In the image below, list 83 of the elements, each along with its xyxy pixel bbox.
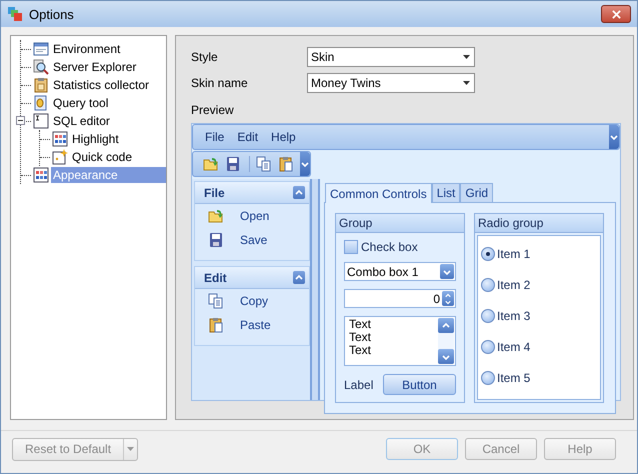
up-chevron-icon <box>442 322 450 330</box>
radio-button[interactable] <box>481 247 495 261</box>
radio-button[interactable] <box>481 278 495 292</box>
radio-button[interactable] <box>481 309 495 323</box>
tab[interactable]: List <box>432 183 460 202</box>
copy-icon <box>256 156 272 172</box>
chevron-icon <box>443 268 451 276</box>
down-chevron-icon <box>442 352 450 360</box>
collapse-toggle[interactable] <box>16 116 25 125</box>
memo-line: Text <box>349 318 372 331</box>
grid-icon <box>33 167 49 183</box>
menu-item[interactable]: File <box>205 130 224 144</box>
nav-link[interactable]: Save <box>240 233 268 247</box>
double-chevron-icon <box>295 188 303 196</box>
folder-icon <box>208 208 224 224</box>
dropdown[interactable]: Money Twins <box>307 73 475 93</box>
menu-item[interactable]: Edit <box>237 130 258 144</box>
tree-item[interactable]: Quick code <box>70 149 134 165</box>
spin-buttons[interactable] <box>442 291 454 306</box>
magnifier-icon <box>33 59 49 75</box>
tab[interactable]: Grid <box>460 183 494 202</box>
radio-label: Item 3 <box>497 309 530 323</box>
memo-field[interactable]: Text Text Text <box>344 316 456 366</box>
group-title: File <box>204 186 225 200</box>
radio-button[interactable] <box>481 340 495 354</box>
section-label: Preview <box>191 103 235 117</box>
radio-label: Item 1 <box>497 247 530 261</box>
close-icon <box>612 10 620 18</box>
grid-icon <box>52 131 68 147</box>
memo-line: Text <box>349 344 372 357</box>
nav-link[interactable]: Paste <box>240 318 271 332</box>
down-chevron-icon <box>444 298 452 304</box>
tab[interactable]: Common Controls <box>325 183 432 203</box>
up-chevron-icon <box>444 292 452 298</box>
chevron-icon <box>301 160 309 168</box>
tree-item[interactable]: Environment <box>51 41 122 57</box>
caret-icon <box>127 447 134 451</box>
radio-button[interactable] <box>481 371 495 385</box>
tree-item[interactable]: Statistics collector <box>51 77 152 93</box>
clipboard-icon <box>208 317 224 333</box>
text-box-icon <box>33 113 49 129</box>
document-icon <box>33 95 49 111</box>
checkbox[interactable] <box>344 240 358 254</box>
clipboard-icon <box>278 156 294 172</box>
window-title: Options <box>29 6 75 22</box>
caret-icon <box>463 81 470 85</box>
group-title: Group <box>339 216 372 230</box>
dropdown[interactable]: Skin <box>307 47 475 67</box>
radio-label: Item 5 <box>497 371 530 385</box>
collapse-button[interactable] <box>293 186 305 199</box>
chevron-icon <box>610 133 618 141</box>
nav-link[interactable]: Copy <box>240 294 268 308</box>
menu-item[interactable]: Help <box>271 130 296 144</box>
radio-label: Item 4 <box>497 340 530 354</box>
field-label: Style <box>191 50 219 64</box>
caret-icon <box>463 55 470 59</box>
toolbar-options-button[interactable] <box>300 152 310 176</box>
menu-options-button[interactable] <box>609 125 619 149</box>
group-title: Radio group <box>478 216 544 230</box>
tree-item[interactable]: Highlight <box>70 131 121 147</box>
collapse-button[interactable] <box>293 271 305 284</box>
clipboard-icon <box>33 77 49 93</box>
tree-item[interactable]: Query tool <box>51 95 110 111</box>
preview-button[interactable]: Button <box>383 374 456 395</box>
control-label: Label <box>344 378 374 392</box>
folder-icon <box>203 156 219 172</box>
group-title: Edit <box>204 270 227 284</box>
field-label: Skin name <box>191 76 249 90</box>
nav-link[interactable]: Open <box>240 209 270 223</box>
scroll-bar[interactable] <box>438 318 454 364</box>
tree-item[interactable]: SQL editor <box>51 113 112 129</box>
radio-label: Item 2 <box>497 278 530 292</box>
window-icon <box>33 41 49 57</box>
combo-box[interactable]: Combo box 1 <box>344 262 456 281</box>
memo-line: Text <box>349 331 372 344</box>
sparkle-document-icon <box>52 149 68 165</box>
spin-field[interactable]: 0 <box>344 289 456 308</box>
close-button[interactable] <box>601 5 631 23</box>
app-icon <box>7 6 23 22</box>
checkbox-label: Check box <box>361 240 418 254</box>
tree-item[interactable]: Server Explorer <box>51 59 138 75</box>
copy-icon <box>208 293 224 309</box>
double-chevron-icon <box>295 274 303 282</box>
